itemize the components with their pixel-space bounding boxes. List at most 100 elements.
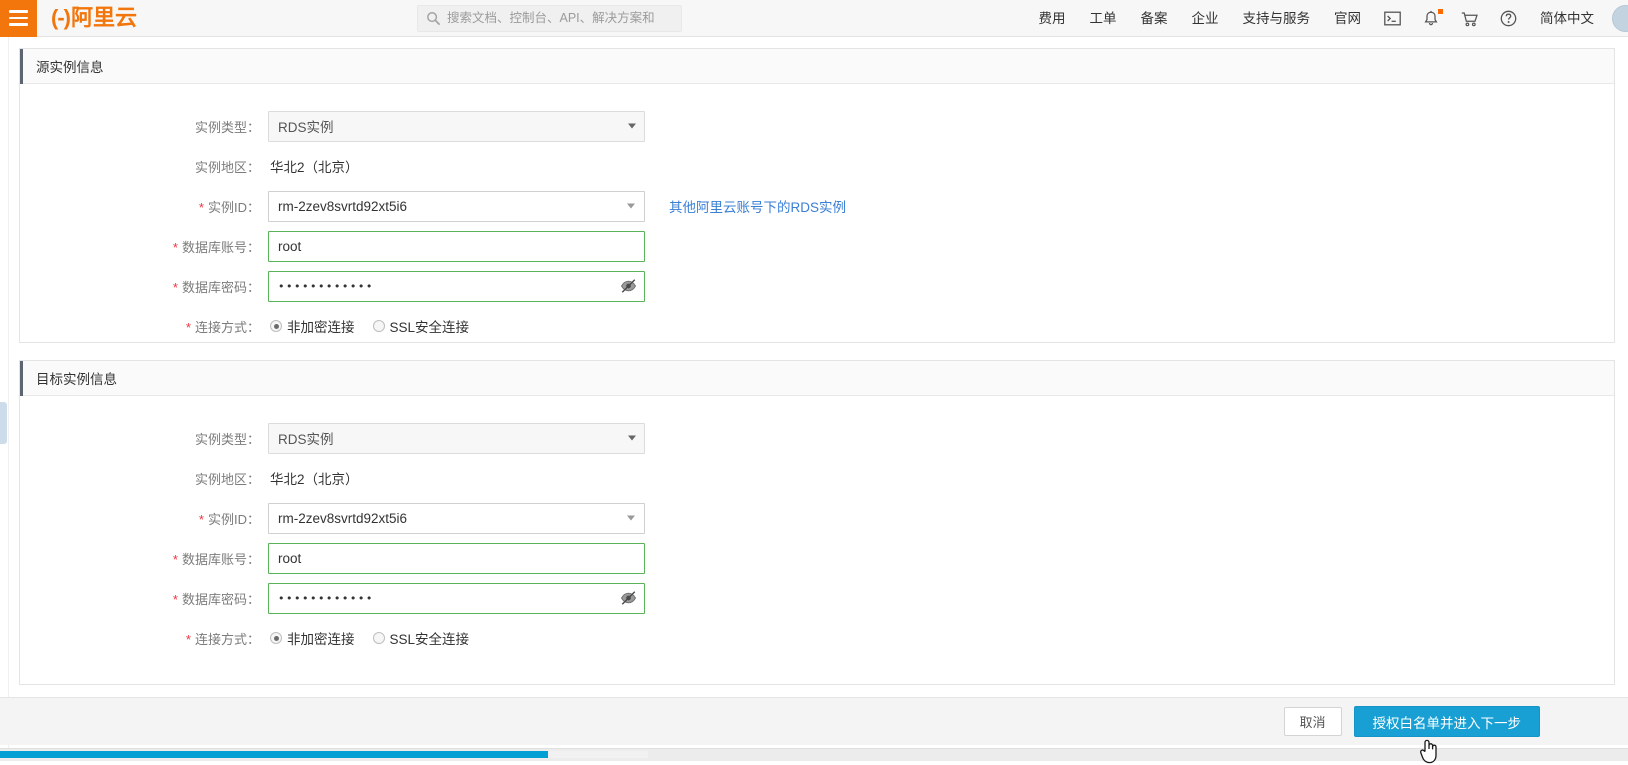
target-db-account-label-text: 数据库账号： xyxy=(182,549,260,568)
target-conn-method-label-text: 连接方式： xyxy=(195,629,260,648)
source-db-password-value: •••••••••••• xyxy=(278,271,374,302)
target-db-account-control: root xyxy=(268,543,645,574)
nav-item-icp[interactable]: 备案 xyxy=(1129,0,1180,37)
source-db-account-row: * 数据库账号： root xyxy=(20,226,1614,266)
source-region-value: 华北2（北京） xyxy=(268,156,359,176)
target-instance-id-control: rm-2zev8svrtd92xt5i6 xyxy=(268,503,645,534)
source-db-password-label-text: 数据库密码： xyxy=(182,277,260,296)
target-db-password-label-text: 数据库密码： xyxy=(182,589,260,608)
chevron-down-icon xyxy=(628,436,636,441)
target-instance-type-select[interactable]: RDS实例 xyxy=(268,423,645,454)
target-section-header: 目标实例信息 xyxy=(20,361,1614,396)
nav-item-support[interactable]: 支持与服务 xyxy=(1231,0,1323,37)
source-db-account-value: root xyxy=(278,239,301,254)
target-db-password-input[interactable]: •••••••••••• xyxy=(268,583,645,614)
nav-item-website[interactable]: 官网 xyxy=(1322,0,1373,37)
target-conn-radio-ssl-label: SSL安全连接 xyxy=(390,628,470,648)
left-rail xyxy=(0,37,9,761)
target-conn-radio-ssl[interactable]: SSL安全连接 xyxy=(373,628,470,648)
source-db-password-input[interactable]: •••••••••••• xyxy=(268,271,645,302)
other-account-rds-link[interactable]: 其他阿里云账号下的RDS实例 xyxy=(669,196,846,216)
eye-slash-icon[interactable] xyxy=(620,278,637,295)
sidebar-expand-handle[interactable] xyxy=(0,402,7,444)
target-instance-type-value: RDS实例 xyxy=(278,428,334,448)
target-db-account-input[interactable]: root xyxy=(268,543,645,574)
target-section-body: 实例类型： RDS实例 实例地区： 华北2（北京） * 实例ID： xyxy=(20,396,1614,658)
chevron-down-icon xyxy=(628,124,636,129)
target-db-account-value: root xyxy=(278,551,301,566)
notification-bell-button[interactable] xyxy=(1412,0,1450,37)
search-icon xyxy=(426,11,441,26)
console-terminal-icon xyxy=(1384,11,1401,26)
notification-bell-icon xyxy=(1423,10,1439,27)
horizontal-scrollbar-thumb[interactable] xyxy=(0,751,548,758)
target-instance-id-label-text: 实例ID： xyxy=(208,509,260,528)
target-db-password-control: •••••••••••• xyxy=(268,583,645,614)
console-terminal-button[interactable] xyxy=(1373,0,1412,37)
header-nav-right: 费用 工单 备案 企业 支持与服务 官网 xyxy=(1027,0,1628,37)
target-conn-radio-plain[interactable]: 非加密连接 xyxy=(270,628,355,648)
radio-selected-icon xyxy=(270,632,282,644)
notification-badge-dot xyxy=(1438,9,1443,14)
source-conn-radio-plain[interactable]: 非加密连接 xyxy=(270,316,355,336)
required-marker: * xyxy=(199,513,204,526)
source-conn-radio-plain-label: 非加密连接 xyxy=(287,316,355,336)
target-conn-method-radios: 非加密连接 SSL安全连接 xyxy=(268,628,487,648)
target-instance-id-label: * 实例ID： xyxy=(20,509,268,528)
global-search-input[interactable]: 搜索文档、控制台、API、解决方案和 xyxy=(417,5,682,32)
source-conn-radio-ssl[interactable]: SSL安全连接 xyxy=(373,316,470,336)
aliyun-logo[interactable]: (-) 阿里云 xyxy=(51,7,137,29)
source-instance-type-control: RDS实例 xyxy=(268,111,645,142)
required-marker: * xyxy=(186,321,191,334)
chevron-down-icon xyxy=(627,516,635,521)
nav-item-fees[interactable]: 费用 xyxy=(1027,0,1078,37)
footer-action-bar: 取消 授权白名单并进入下一步 xyxy=(0,697,1628,745)
search-placeholder: 搜索文档、控制台、API、解决方案和 xyxy=(447,5,655,32)
required-marker: * xyxy=(173,241,178,254)
target-region-value: 华北2（北京） xyxy=(268,468,359,488)
target-conn-radio-plain-label: 非加密连接 xyxy=(287,628,355,648)
required-marker: * xyxy=(173,553,178,566)
source-conn-method-radios: 非加密连接 SSL安全连接 xyxy=(268,316,487,336)
source-instance-id-label: * 实例ID： xyxy=(20,197,268,216)
target-instance-id-value: rm-2zev8svrtd92xt5i6 xyxy=(278,511,407,526)
source-db-account-label-text: 数据库账号： xyxy=(182,237,260,256)
source-conn-method-label: * 连接方式： xyxy=(20,317,268,336)
target-instance-type-label: 实例类型： xyxy=(20,429,268,448)
source-section-body: 实例类型： RDS实例 实例地区： 华北2（北京） * 实例ID： xyxy=(20,84,1614,346)
nav-item-enterprise[interactable]: 企业 xyxy=(1180,0,1231,37)
help-button[interactable] xyxy=(1489,0,1528,37)
source-conn-radio-ssl-label: SSL安全连接 xyxy=(390,316,470,336)
cancel-button[interactable]: 取消 xyxy=(1284,707,1342,736)
source-instance-id-select[interactable]: rm-2zev8svrtd92xt5i6 xyxy=(268,191,645,222)
target-section-title: 目标实例信息 xyxy=(36,368,117,388)
source-conn-method-row: * 连接方式： 非加密连接 SSL安全连接 xyxy=(20,306,1614,346)
authorize-whitelist-next-button[interactable]: 授权白名单并进入下一步 xyxy=(1354,706,1541,737)
target-db-password-value: •••••••••••• xyxy=(278,583,374,614)
target-instance-type-control: RDS实例 xyxy=(268,423,645,454)
shopping-cart-button[interactable] xyxy=(1450,0,1489,37)
aliyun-logo-mark: (-) xyxy=(51,7,70,29)
source-instance-type-label: 实例类型： xyxy=(20,117,268,136)
source-section-header: 源实例信息 xyxy=(20,49,1614,84)
source-region-row: 实例地区： 华北2（北京） xyxy=(20,146,1614,186)
source-db-account-control: root xyxy=(268,231,645,262)
radio-unselected-icon xyxy=(373,632,385,644)
help-question-icon xyxy=(1500,10,1517,27)
source-db-account-input[interactable]: root xyxy=(268,231,645,262)
source-instance-type-select[interactable]: RDS实例 xyxy=(268,111,645,142)
language-selector[interactable]: 简体中文 xyxy=(1528,0,1606,37)
required-marker: * xyxy=(173,281,178,294)
user-avatar[interactable] xyxy=(1612,5,1628,32)
eye-slash-icon[interactable] xyxy=(620,590,637,607)
target-instance-type-row: 实例类型： RDS实例 xyxy=(20,418,1614,458)
chevron-down-icon xyxy=(627,204,635,209)
source-instance-id-label-text: 实例ID： xyxy=(208,197,260,216)
target-conn-method-row: * 连接方式： 非加密连接 SSL安全连接 xyxy=(20,618,1614,658)
target-instance-id-select[interactable]: rm-2zev8svrtd92xt5i6 xyxy=(268,503,645,534)
nav-item-tickets[interactable]: 工单 xyxy=(1078,0,1129,37)
hamburger-menu-icon[interactable] xyxy=(0,0,37,37)
radio-selected-icon xyxy=(270,320,282,332)
radio-unselected-icon xyxy=(373,320,385,332)
source-instance-type-row: 实例类型： RDS实例 xyxy=(20,106,1614,146)
